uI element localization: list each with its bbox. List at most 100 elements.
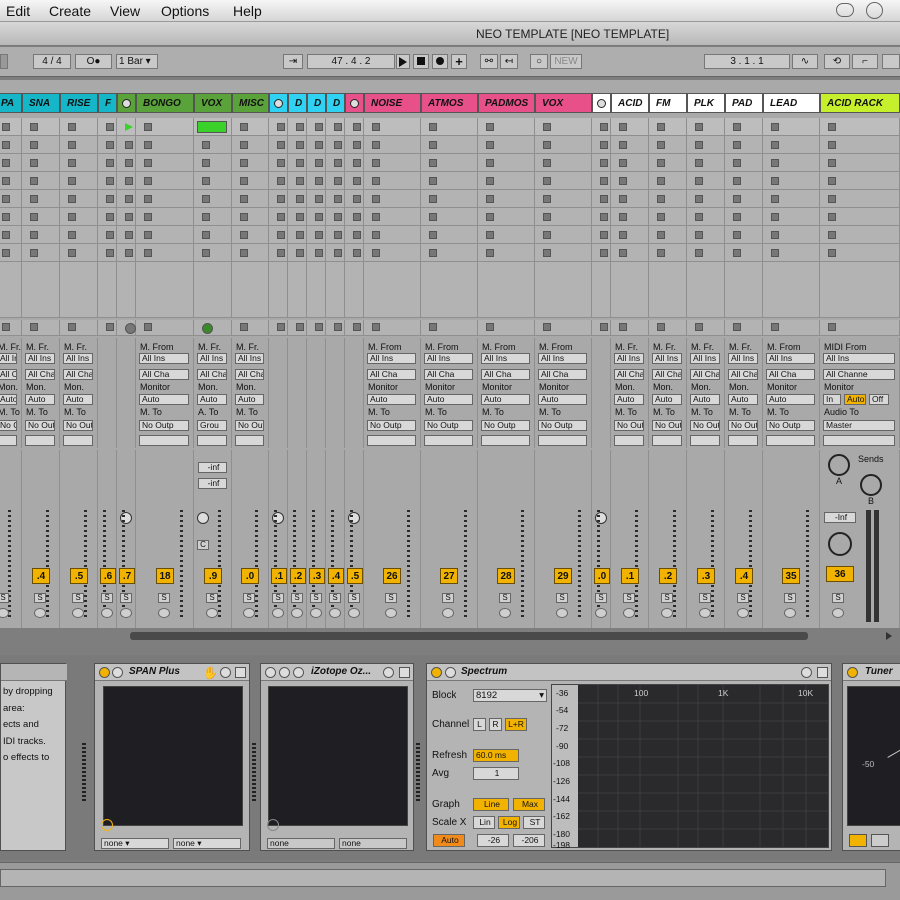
clip-stop-icon[interactable] xyxy=(486,159,494,167)
loop-start[interactable]: 3 . 1 . 1 xyxy=(704,54,790,69)
clip-stop-icon[interactable] xyxy=(315,195,323,203)
clip-stop-icon[interactable] xyxy=(543,213,551,221)
clip-slot[interactable] xyxy=(611,136,649,154)
clip-slot[interactable] xyxy=(326,208,345,226)
clip-slot[interactable] xyxy=(649,244,687,262)
clip-slot[interactable] xyxy=(269,118,288,136)
clip-stop-icon[interactable] xyxy=(144,249,152,257)
io-chooser[interactable]: All Ins xyxy=(690,353,720,364)
io-chooser[interactable]: Auto xyxy=(63,394,93,405)
io-chooser[interactable]: Auto xyxy=(197,394,227,405)
clip-stop-icon[interactable] xyxy=(657,195,665,203)
clip-slot[interactable] xyxy=(687,154,725,172)
io-sub-chooser[interactable] xyxy=(197,435,227,446)
clip-slot[interactable] xyxy=(232,190,269,208)
track-number[interactable]: .9 xyxy=(204,568,222,584)
clip-slot[interactable] xyxy=(117,226,136,244)
clip-slot[interactable] xyxy=(364,118,421,136)
clip-stop-icon[interactable] xyxy=(733,177,741,185)
clip-slot[interactable] xyxy=(478,208,535,226)
clip-slot[interactable] xyxy=(288,172,307,190)
clip-stop-icon[interactable] xyxy=(372,195,380,203)
io-chooser[interactable]: All Cha xyxy=(424,369,473,380)
clip-slot[interactable] xyxy=(194,190,232,208)
clip-slot-empty[interactable] xyxy=(0,262,22,318)
clip-slot[interactable] xyxy=(364,172,421,190)
io-chooser[interactable]: Master xyxy=(823,420,895,431)
follow-button[interactable]: ⇥ xyxy=(283,54,303,69)
io-chooser[interactable]: All Ins xyxy=(63,353,93,364)
clip-slot[interactable] xyxy=(763,136,820,154)
io-chooser[interactable]: Auto xyxy=(0,394,17,405)
clip-slot[interactable] xyxy=(478,136,535,154)
clip-slot-empty[interactable] xyxy=(117,262,136,318)
clip-slot[interactable] xyxy=(136,172,194,190)
clip-slot[interactable] xyxy=(269,208,288,226)
clip-slot[interactable] xyxy=(478,190,535,208)
clip-slot[interactable] xyxy=(269,226,288,244)
loop-length[interactable] xyxy=(882,54,900,69)
io-sub-chooser[interactable] xyxy=(823,435,895,446)
io-sub-chooser[interactable] xyxy=(690,435,720,446)
clip-stop-icon[interactable] xyxy=(353,213,361,221)
clip-slot[interactable] xyxy=(0,244,22,262)
stop-clips-icon[interactable] xyxy=(2,323,10,331)
clip-slot-empty[interactable] xyxy=(421,262,478,318)
clip-stop-icon[interactable] xyxy=(657,177,665,185)
clip-slot[interactable] xyxy=(136,208,194,226)
automation-arm-button[interactable]: ⚯ xyxy=(480,54,498,69)
solo-button[interactable]: S xyxy=(623,593,635,603)
clip-stop-icon[interactable] xyxy=(429,177,437,185)
io-chooser[interactable]: Auto xyxy=(235,394,264,405)
scale-log-button[interactable]: Log xyxy=(498,816,520,829)
clip-stop-icon[interactable] xyxy=(30,123,38,131)
clip-slot[interactable] xyxy=(592,136,611,154)
io-chooser[interactable]: No Outp xyxy=(235,420,264,431)
clip-slot[interactable] xyxy=(725,118,763,136)
track-title[interactable]: D xyxy=(326,93,345,113)
clip-slot[interactable] xyxy=(820,208,900,226)
clip-stop-icon[interactable] xyxy=(240,123,248,131)
izotope-display[interactable] xyxy=(268,686,408,826)
clip-slot[interactable] xyxy=(307,208,326,226)
clip-stop-icon[interactable] xyxy=(771,231,779,239)
clip-stop-icon[interactable] xyxy=(353,141,361,149)
track-number[interactable]: .3 xyxy=(697,568,715,584)
io-chooser[interactable]: All Ins xyxy=(139,353,189,364)
clip-slot[interactable] xyxy=(22,226,60,244)
stop-clips-icon[interactable] xyxy=(429,323,437,331)
clip-slot[interactable] xyxy=(117,118,136,136)
track-number[interactable]: .4 xyxy=(735,568,753,584)
clip-slot[interactable] xyxy=(421,118,478,136)
record-button[interactable] xyxy=(432,54,448,69)
clip-stop-icon[interactable] xyxy=(296,159,304,167)
clip-stop-icon[interactable] xyxy=(68,123,76,131)
clip-stop-icon[interactable] xyxy=(771,249,779,257)
clip-slot[interactable] xyxy=(687,208,725,226)
clip-stop-icon[interactable] xyxy=(543,231,551,239)
play-group-icon[interactable] xyxy=(350,99,359,108)
menu-help[interactable]: Help xyxy=(233,3,262,19)
clip-slot[interactable] xyxy=(22,208,60,226)
arm-icon[interactable] xyxy=(120,608,132,618)
io-chooser[interactable]: All Ins xyxy=(367,353,416,364)
clip-slot[interactable] xyxy=(60,244,98,262)
clip-slot[interactable] xyxy=(194,136,232,154)
io-chooser[interactable]: All Cha xyxy=(652,369,682,380)
io-chooser[interactable]: Auto xyxy=(766,394,815,405)
clip-slot-empty[interactable] xyxy=(136,262,194,318)
clip-slot[interactable] xyxy=(763,154,820,172)
clip-slot[interactable] xyxy=(60,226,98,244)
track-number[interactable]: .4 xyxy=(32,568,50,584)
clip-stop-icon[interactable] xyxy=(315,249,323,257)
arm-icon[interactable] xyxy=(72,608,84,618)
clip-slot[interactable] xyxy=(117,244,136,262)
track-title[interactable]: PADMOS xyxy=(478,93,535,113)
clip-slot[interactable] xyxy=(478,226,535,244)
clip-stop-icon[interactable] xyxy=(277,123,285,131)
clip-stop-icon[interactable] xyxy=(733,141,741,149)
back-to-arrangement-button[interactable]: ↤ xyxy=(500,54,518,69)
clip-stop-icon[interactable] xyxy=(733,213,741,221)
io-chooser[interactable]: All Ins xyxy=(766,353,815,364)
clip-stop-icon[interactable] xyxy=(202,195,210,203)
